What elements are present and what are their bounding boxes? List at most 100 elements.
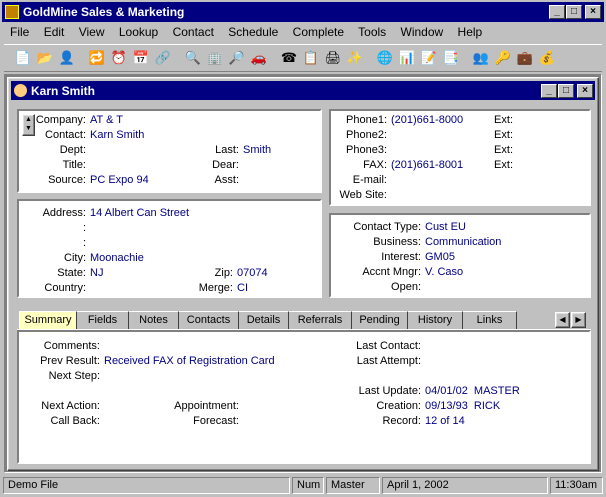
notepad-icon[interactable]: 📝 <box>418 47 440 69</box>
dollar-icon[interactable]: 💰 <box>536 47 558 69</box>
phone-panel: Phone1: (201)661-8000 Ext: Phone2: Ext: … <box>329 109 591 206</box>
prev-result-label: Prev Result: <box>40 355 100 367</box>
fax-value[interactable]: (201)661-8001 <box>391 159 463 171</box>
contact-minimize-button[interactable]: _ <box>541 83 557 98</box>
app-titlebar[interactable]: GoldMine Sales & Marketing _ □ × <box>2 2 604 22</box>
tab-referrals[interactable]: Referrals <box>289 311 352 329</box>
menu-complete[interactable]: Complete <box>293 25 344 39</box>
accnt-mngr-value[interactable]: V. Caso <box>425 266 463 278</box>
open-folder-icon[interactable]: 📂 <box>34 47 56 69</box>
sales-icon[interactable]: 💼 <box>514 47 536 69</box>
tab-scroll-left-button[interactable]: ◀ <box>555 312 570 328</box>
phone1-value[interactable]: (201)661-8000 <box>391 114 463 126</box>
phone3-label: Phone3: <box>346 144 387 156</box>
record-value: 12 of 14 <box>425 415 465 427</box>
tab-scroll-right-button[interactable]: ▶ <box>571 312 586 328</box>
source-value[interactable]: PC Expo 94 <box>90 174 149 186</box>
merge-value[interactable]: CI <box>237 282 248 294</box>
state-value[interactable]: NJ <box>90 267 103 279</box>
schedule-icon[interactable]: 🔁 <box>86 47 108 69</box>
search-record-icon[interactable]: 🔎 <box>226 47 248 69</box>
key-icon[interactable]: 🔑 <box>492 47 514 69</box>
app-title: GoldMine Sales & Marketing <box>23 5 185 19</box>
tab-links[interactable]: Links <box>463 311 517 329</box>
status-num: Num <box>292 477 324 494</box>
tab-history[interactable]: History <box>408 311 463 329</box>
city-label: City: <box>64 252 86 264</box>
magic-wand-icon[interactable]: ✨ <box>344 47 366 69</box>
address-value[interactable]: 14 Albert Can Street <box>90 207 189 219</box>
accnt-mngr-label: Accnt Mngr: <box>362 266 421 278</box>
tab-summary[interactable]: Summary <box>19 311 77 329</box>
email-label: E-mail: <box>352 174 387 186</box>
contact-value[interactable]: Karn Smith <box>90 129 144 141</box>
comments-label: Comments: <box>43 340 100 352</box>
last-value[interactable]: Smith <box>243 144 271 156</box>
ext2-label: Ext: <box>494 129 513 141</box>
tab-notes[interactable]: Notes <box>129 311 179 329</box>
business-value[interactable]: Communication <box>425 236 501 248</box>
company-value[interactable]: AT & T <box>90 114 123 126</box>
menu-edit[interactable]: Edit <box>44 25 65 39</box>
tab-fields[interactable]: Fields <box>77 311 129 329</box>
interest-value[interactable]: GM05 <box>425 251 455 263</box>
clock-icon[interactable]: ⏰ <box>108 47 130 69</box>
status-user: Master <box>326 477 380 494</box>
menu-tools[interactable]: Tools <box>358 25 386 39</box>
creation-value: 09/13/93 RICK <box>425 400 501 412</box>
tab-contacts[interactable]: Contacts <box>179 311 239 329</box>
country-label: Country: <box>44 282 86 294</box>
minimize-button[interactable]: _ <box>549 5 565 19</box>
menu-contact[interactable]: Contact <box>173 25 214 39</box>
print-icon[interactable]: 🖨 <box>322 47 344 69</box>
tab-pending[interactable]: Pending <box>352 311 408 329</box>
org-chart-icon[interactable]: 🔗 <box>152 47 174 69</box>
menu-window[interactable]: Window <box>401 25 444 39</box>
maximize-button[interactable]: □ <box>566 5 582 19</box>
contact-close-button[interactable]: × <box>577 83 593 98</box>
state-label: State: <box>57 267 86 279</box>
last-update-label: Last Update: <box>358 385 421 397</box>
zip-label: Zip: <box>214 267 233 279</box>
menu-view[interactable]: View <box>79 25 105 39</box>
contact-window-titlebar[interactable]: Karn Smith _ □ × <box>11 81 595 100</box>
new-record-icon[interactable]: 📄 <box>12 47 34 69</box>
document-icon[interactable]: 📑 <box>440 47 462 69</box>
close-button[interactable]: × <box>585 5 601 19</box>
last-attempt-label: Last Attempt: <box>356 355 421 367</box>
last-contact-label: Last Contact: <box>356 340 421 352</box>
address-panel: Address: 14 Albert Can Street : : City: … <box>17 199 322 298</box>
title-label: Title: <box>62 159 86 171</box>
menu-lookup[interactable]: Lookup <box>119 25 158 39</box>
phone2-label: Phone2: <box>346 129 387 141</box>
phone-icon[interactable]: ☎ <box>278 47 300 69</box>
contact-maximize-button[interactable]: □ <box>558 83 574 98</box>
globe-icon[interactable]: 🌐 <box>374 47 396 69</box>
fax-label: FAX: <box>363 159 387 171</box>
car-icon[interactable]: 🚗 <box>248 47 270 69</box>
copy-icon[interactable]: 📋 <box>300 47 322 69</box>
menu-help[interactable]: Help <box>458 25 483 39</box>
city-value[interactable]: Moonachie <box>90 252 144 264</box>
interest-label: Interest: <box>381 251 421 263</box>
menu-schedule[interactable]: Schedule <box>228 25 278 39</box>
forecast-label: Forecast: <box>193 415 239 427</box>
users-icon[interactable]: 👥 <box>470 47 492 69</box>
source-label: Source: <box>48 174 86 186</box>
menu-file[interactable]: File <box>10 25 29 39</box>
business-label: Business: <box>373 236 421 248</box>
buildings-icon[interactable]: 🏢 <box>204 47 226 69</box>
user-icon[interactable]: 👤 <box>56 47 78 69</box>
appointment-label: Appointment: <box>174 400 239 412</box>
calendar-icon[interactable]: 📅 <box>130 47 152 69</box>
status-bar: Demo File Num Master April 1, 2002 11:30… <box>0 475 606 497</box>
zip-value[interactable]: 07074 <box>237 267 268 279</box>
find-icon[interactable]: 🔍 <box>182 47 204 69</box>
tab-details[interactable]: Details <box>239 311 289 329</box>
contact-type-value[interactable]: Cust EU <box>425 221 466 233</box>
status-time: 11:30am <box>550 477 603 494</box>
last-update-value: 04/01/02 MASTER <box>425 385 520 397</box>
report-icon[interactable]: 📊 <box>396 47 418 69</box>
phone1-label: Phone1: <box>346 114 387 126</box>
prev-result-value[interactable]: Received FAX of Registration Card <box>104 355 275 367</box>
